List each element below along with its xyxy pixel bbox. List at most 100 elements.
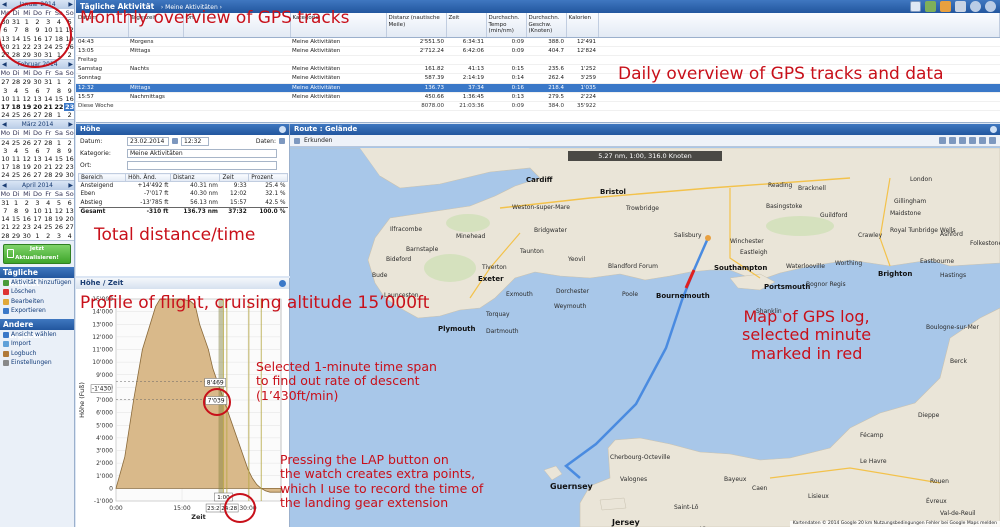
calendar-day[interactable]: 28	[43, 111, 54, 119]
next-month-icon[interactable]: ▶	[68, 60, 73, 69]
task-edit[interactable]: Bearbeiten	[0, 297, 74, 307]
calendar-day[interactable]: 27	[32, 171, 43, 179]
calendar-day[interactable]: 17	[0, 163, 11, 171]
calendar-day[interactable]: 15	[11, 215, 22, 223]
calendar-day[interactable]: 20	[64, 215, 74, 223]
column-header[interactable]: Kalorien	[566, 13, 599, 38]
update-now-button[interactable]: Jetzt Aktualisieren!	[3, 243, 71, 264]
column-header[interactable]: Durchschn. Tempo (min/nm)	[486, 13, 527, 38]
map-tool-icon[interactable]	[959, 137, 966, 144]
calendar-day[interactable]: 6	[64, 199, 74, 207]
task-add-activity[interactable]: Aktivität hinzufügen	[0, 278, 74, 288]
calendar-day[interactable]: 4	[43, 199, 54, 207]
calendar-day[interactable]: 9	[64, 147, 74, 155]
calendar-day[interactable]: 29	[54, 171, 65, 179]
collapse-icon[interactable]	[279, 126, 286, 133]
calendar-day[interactable]: 13	[64, 207, 74, 215]
calendar-day[interactable]: 21	[0, 223, 11, 231]
calendar-day[interactable]: 5	[21, 87, 32, 95]
map-tool-icon[interactable]	[939, 137, 946, 144]
calendar-day[interactable]: 8	[54, 87, 65, 95]
calendar-day[interactable]: 24	[0, 171, 11, 179]
calendar-day[interactable]: 22	[11, 223, 22, 231]
calendar-day[interactable]: 27	[32, 111, 43, 119]
calendar-day[interactable]: 26	[21, 171, 32, 179]
calendar-day[interactable]: 29	[11, 232, 22, 240]
table-row[interactable]: Ansteigend +14'492 ft 40.31 nm 9:33 25.4 %	[79, 182, 288, 191]
task-logbook[interactable]: Logbuch	[0, 349, 74, 359]
calendar-day[interactable]: 7	[43, 147, 54, 155]
calendar-day[interactable]: 25	[11, 171, 22, 179]
calendar-day[interactable]: 27	[0, 78, 11, 86]
calendar-day[interactable]: 10	[32, 207, 43, 215]
calendar-month-header[interactable]: ◀ März 2014 ▶	[0, 120, 74, 130]
shoe-icon[interactable]	[925, 1, 936, 12]
calendar-day[interactable]: 2	[64, 139, 74, 147]
calendar-day[interactable]: 16	[64, 155, 74, 163]
column-header[interactable]: Distanz (nautische Meile)	[386, 13, 447, 38]
map-tool-icon[interactable]	[949, 137, 956, 144]
calendar-day[interactable]: 31	[43, 78, 54, 86]
date-field[interactable]: 23.02.2014	[127, 136, 169, 146]
prev-month-icon[interactable]: ◀	[2, 0, 7, 9]
calendar-day[interactable]: 24	[0, 139, 11, 147]
calendar-day[interactable]: 21	[43, 103, 54, 111]
collapse-icon[interactable]	[990, 126, 997, 133]
table-row[interactable]: Eben -7'017 ft 40.30 nm 12:02 32.1 %	[79, 190, 288, 199]
calendar-day[interactable]: 5	[21, 147, 32, 155]
calendar-day[interactable]: 12	[21, 155, 32, 163]
calendar-day[interactable]: 2	[21, 199, 32, 207]
calendar-day[interactable]: 11	[11, 155, 22, 163]
calendar-day[interactable]: 11	[43, 207, 54, 215]
calendar-day[interactable]: 27	[32, 139, 43, 147]
calendar-day[interactable]: 31	[0, 199, 11, 207]
calendar-day[interactable]: 11	[11, 95, 22, 103]
calendar-day[interactable]: 14	[0, 215, 11, 223]
calendar-day[interactable]: 24	[32, 223, 43, 231]
calendar-day[interactable]: 25	[43, 223, 54, 231]
calendar-day[interactable]: 5	[54, 199, 65, 207]
column-header[interactable]: Prozent	[248, 173, 288, 182]
total-row[interactable]: Gesamt -310 ft 136.73 nm 37:32 100.0 %	[78, 206, 288, 216]
calendar-day[interactable]: 26	[21, 111, 32, 119]
calendar-month-header[interactable]: ◀ April 2014 ▶	[0, 180, 74, 190]
calendar-day[interactable]: 8	[54, 147, 65, 155]
calendar-day[interactable]: 23	[64, 103, 74, 112]
next-month-icon[interactable]: ▶	[68, 0, 73, 9]
calendar-day[interactable]: 18	[11, 103, 22, 111]
calendar-day[interactable]: 28	[43, 139, 54, 147]
calendar-day[interactable]: 10	[0, 155, 11, 163]
profile-menu-icon[interactable]	[279, 280, 286, 287]
document-icon[interactable]	[955, 1, 966, 12]
calendar-day[interactable]: 6	[32, 87, 43, 95]
column-header[interactable]: Distanz	[169, 173, 221, 182]
calendar-day[interactable]: 26	[21, 139, 32, 147]
calendar-day[interactable]: 4	[64, 232, 74, 240]
group-row[interactable]: Diese Woche 8078.00 21:03:36 0:09 384.0 35'92…	[76, 101, 1000, 112]
calendar-day[interactable]: 13	[32, 95, 43, 103]
next-month-icon[interactable]: ▶	[68, 181, 73, 190]
calendar-day[interactable]: 9	[21, 207, 32, 215]
calendar-day[interactable]: 26	[54, 223, 65, 231]
category-field[interactable]: Meine Aktivitäten	[127, 148, 277, 158]
forward-arrow-icon[interactable]	[985, 1, 996, 12]
time-field[interactable]: 12:32	[181, 136, 209, 146]
calendar-day[interactable]: 2	[43, 232, 54, 240]
calendar-day[interactable]: 28	[11, 78, 22, 86]
table-row[interactable]: 13:05 Mittags Meine Aktivitäten 2'712.24 6:4…	[76, 46, 1000, 56]
task-choose-view[interactable]: Ansicht wählen	[0, 330, 74, 340]
calendar-day[interactable]: 1	[54, 111, 65, 119]
data-dropdown-icon[interactable]	[279, 138, 285, 144]
prev-month-icon[interactable]: ◀	[2, 120, 7, 129]
calendar-day[interactable]: 27	[64, 223, 74, 231]
prev-month-icon[interactable]: ◀	[2, 60, 7, 69]
back-arrow-icon[interactable]	[970, 1, 981, 12]
calendar-day[interactable]: 23	[64, 163, 74, 171]
table-row[interactable]: 15:57 Nachmittags Meine Aktivitäten 450.66 1…	[76, 92, 1000, 102]
calendar-day[interactable]: 12	[54, 207, 65, 215]
map-copyright[interactable]: Kartendaten © 2014 Google 20 km Nutzungs…	[789, 521, 1000, 527]
calendar-day[interactable]: 14	[43, 95, 54, 103]
calendar-day[interactable]: 30	[64, 171, 74, 179]
calendar-day[interactable]: 6	[32, 147, 43, 155]
calendar-day[interactable]: 9	[64, 87, 74, 95]
